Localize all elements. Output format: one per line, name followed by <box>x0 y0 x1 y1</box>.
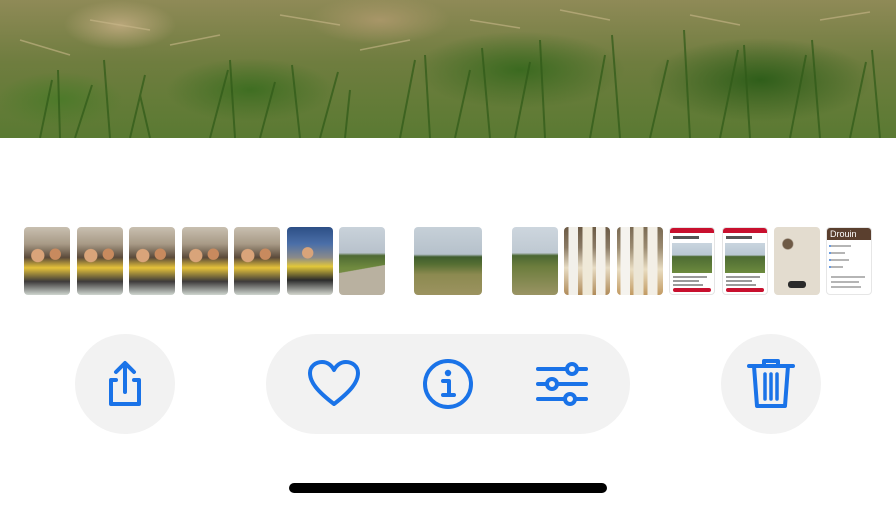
grass-blades <box>19 9 881 138</box>
sliders-icon <box>536 362 588 406</box>
thumbnail[interactable] <box>24 227 70 295</box>
thumbnail-strip[interactable]: Drouin <box>0 227 896 295</box>
share-button[interactable] <box>75 334 175 434</box>
thumbnail[interactable] <box>129 227 175 295</box>
thumbnail[interactable] <box>722 227 768 295</box>
delete-button[interactable] <box>721 334 821 434</box>
main-photo[interactable] <box>0 0 896 138</box>
adjust-button[interactable] <box>534 356 590 412</box>
thumbnail[interactable] <box>617 227 663 295</box>
share-icon <box>109 361 141 406</box>
home-indicator[interactable] <box>289 483 607 493</box>
thumbnail[interactable] <box>287 227 333 295</box>
thumbnail[interactable] <box>77 227 123 295</box>
info-button[interactable] <box>420 356 476 412</box>
thumbnail[interactable] <box>774 227 820 295</box>
thumbnail[interactable] <box>512 227 558 295</box>
thumbnail[interactable] <box>339 227 385 295</box>
thumbnail[interactable]: Drouin <box>826 227 872 295</box>
heart-icon <box>308 360 360 406</box>
thumbnail-current[interactable] <box>414 227 482 295</box>
thumbnail[interactable] <box>564 227 610 295</box>
thumbnail-header-text: Drouin <box>827 228 871 240</box>
trash-icon <box>747 359 795 408</box>
thumbnail[interactable] <box>669 227 715 295</box>
thumbnail[interactable] <box>234 227 280 295</box>
favorite-button[interactable] <box>306 356 362 412</box>
photo-actions-group <box>266 334 630 434</box>
info-icon <box>423 359 473 409</box>
thumbnail[interactable] <box>182 227 228 295</box>
